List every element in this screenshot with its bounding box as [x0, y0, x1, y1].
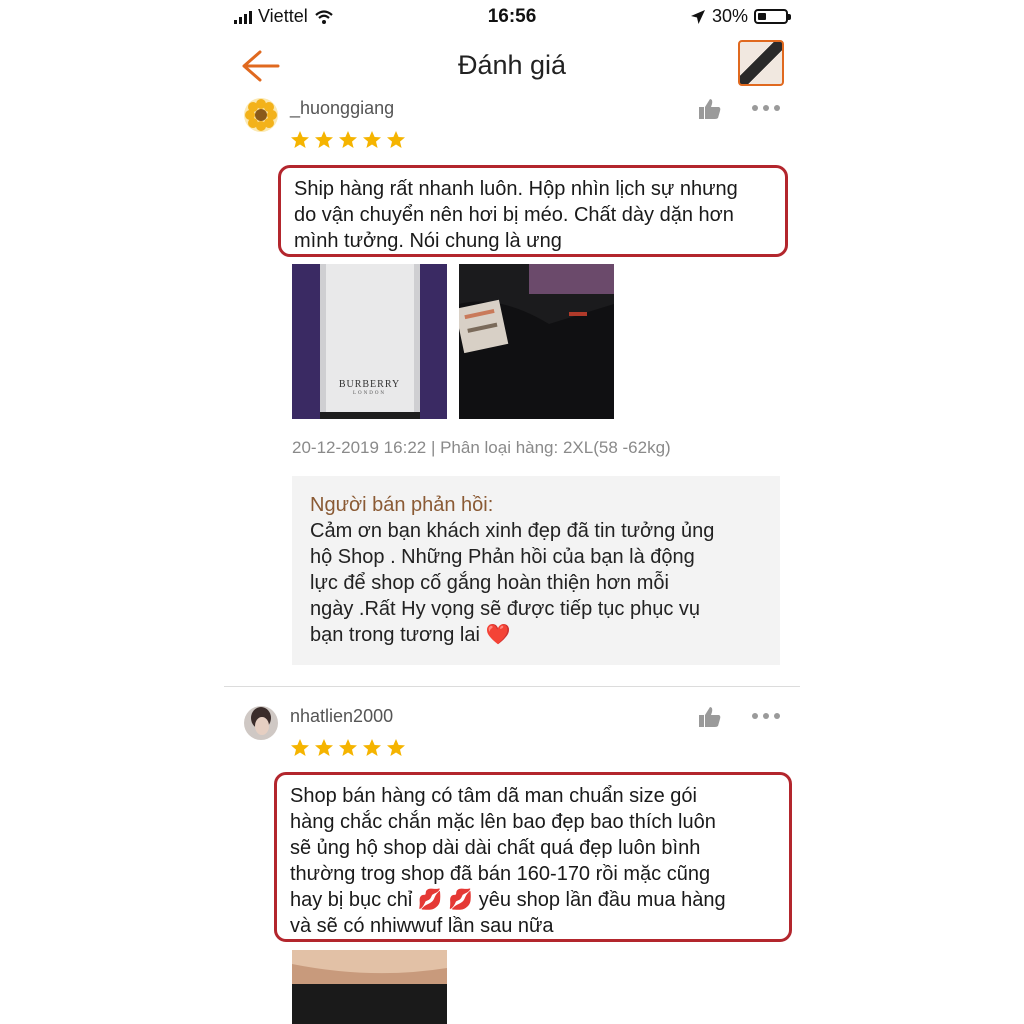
more-options-icon[interactable] — [752, 105, 780, 113]
review-text-line: mình tưởng. Nói chung là ưng — [294, 230, 562, 252]
star-icon — [363, 739, 381, 756]
photo-brand-text: BURBERRY — [338, 379, 401, 390]
review-item: _huonggiang Ship hàng rất nhanh luôn. Hộ… — [224, 98, 800, 688]
seller-reply-line: hộ Shop . Những Phản hồi của bạn là động — [310, 546, 695, 568]
top-nav-bar: Đánh giá — [224, 34, 800, 98]
seller-reply-line: ngày .Rất Hy vọng sẽ được tiếp tục phục … — [310, 598, 701, 620]
star-rating — [290, 130, 406, 150]
star-icon — [315, 739, 333, 756]
review-text-line: thường trog shop đã bán 160-170 rồi mặc … — [290, 863, 711, 885]
review-meta: 20-12-2019 16:22 | Phân loại hàng: 2XL(5… — [292, 438, 671, 457]
page-title: Đánh giá — [457, 50, 567, 80]
thumbs-up-icon[interactable] — [698, 706, 722, 728]
star-icon — [339, 739, 357, 756]
review-text-highlight: Ship hàng rất nhanh luôn. Hộp nhìn lịch … — [278, 165, 788, 257]
status-bar: Viettel 16:56 30% — [224, 0, 800, 34]
star-icon — [363, 131, 381, 148]
seller-reply-line: lực để shop cố gắng hoàn thiện hơn mỗi — [310, 572, 669, 594]
seller-reply-line: bạn trong tương lai ❤️ — [310, 624, 511, 646]
more-options-icon[interactable] — [752, 713, 780, 721]
review-item: nhatlien2000 Shop bán hàng có tâm dã man… — [224, 706, 800, 1024]
battery-percent: 30% — [711, 6, 748, 26]
review-text-line: Shop bán hàng có tâm dã man chuẩn size g… — [290, 785, 697, 807]
avatar[interactable] — [244, 706, 278, 740]
seller-reply: Người bán phản hồi: Cảm ơn bạn khách xin… — [292, 476, 780, 665]
review-photo[interactable] — [459, 264, 614, 419]
avatar[interactable] — [244, 98, 278, 132]
product-thumbnail[interactable] — [738, 40, 784, 86]
review-text-line: do vận chuyển nên hơi bị méo. Chất dày d… — [294, 204, 734, 226]
review-username: _huonggiang — [290, 98, 395, 118]
phone-screen: Viettel 16:56 30% Đánh giá _huonggiang S… — [224, 0, 800, 1024]
star-icon — [339, 131, 357, 148]
seller-reply-line: Cảm ơn bạn khách xinh đẹp đã tin tưởng ủ… — [310, 520, 715, 542]
star-icon — [315, 131, 333, 148]
review-text-highlight: Shop bán hàng có tâm dã man chuẩn size g… — [274, 772, 792, 942]
star-rating — [290, 738, 406, 758]
battery-icon — [754, 9, 791, 24]
location-icon — [690, 9, 705, 24]
review-username: nhatlien2000 — [290, 706, 394, 726]
review-text-line: và sẽ có nhiwwuf lần sau nữa — [290, 915, 554, 937]
star-icon — [291, 739, 309, 756]
review-photo[interactable] — [292, 950, 447, 1024]
seller-reply-title: Người bán phản hồi: — [310, 494, 494, 516]
review-text-line: hay bị bục chỉ 💋 💋 yêu shop lần đầu mua … — [290, 889, 726, 911]
review-text-line: hàng chắc chắn mặc lên bao đẹp bao thích… — [290, 811, 716, 833]
review-photo[interactable]: BURBERRY LONDON — [292, 264, 447, 419]
photo-brand-subtext: LONDON — [352, 391, 387, 396]
star-icon — [387, 739, 405, 756]
review-text-line: sẽ ủng hộ shop dài dài chất quá đẹp luôn… — [290, 837, 701, 859]
review-divider — [224, 686, 800, 687]
thumbs-up-icon[interactable] — [698, 98, 722, 120]
star-icon — [291, 131, 309, 148]
star-icon — [387, 131, 405, 148]
review-text-line: Ship hàng rất nhanh luôn. Hộp nhìn lịch … — [294, 178, 738, 200]
